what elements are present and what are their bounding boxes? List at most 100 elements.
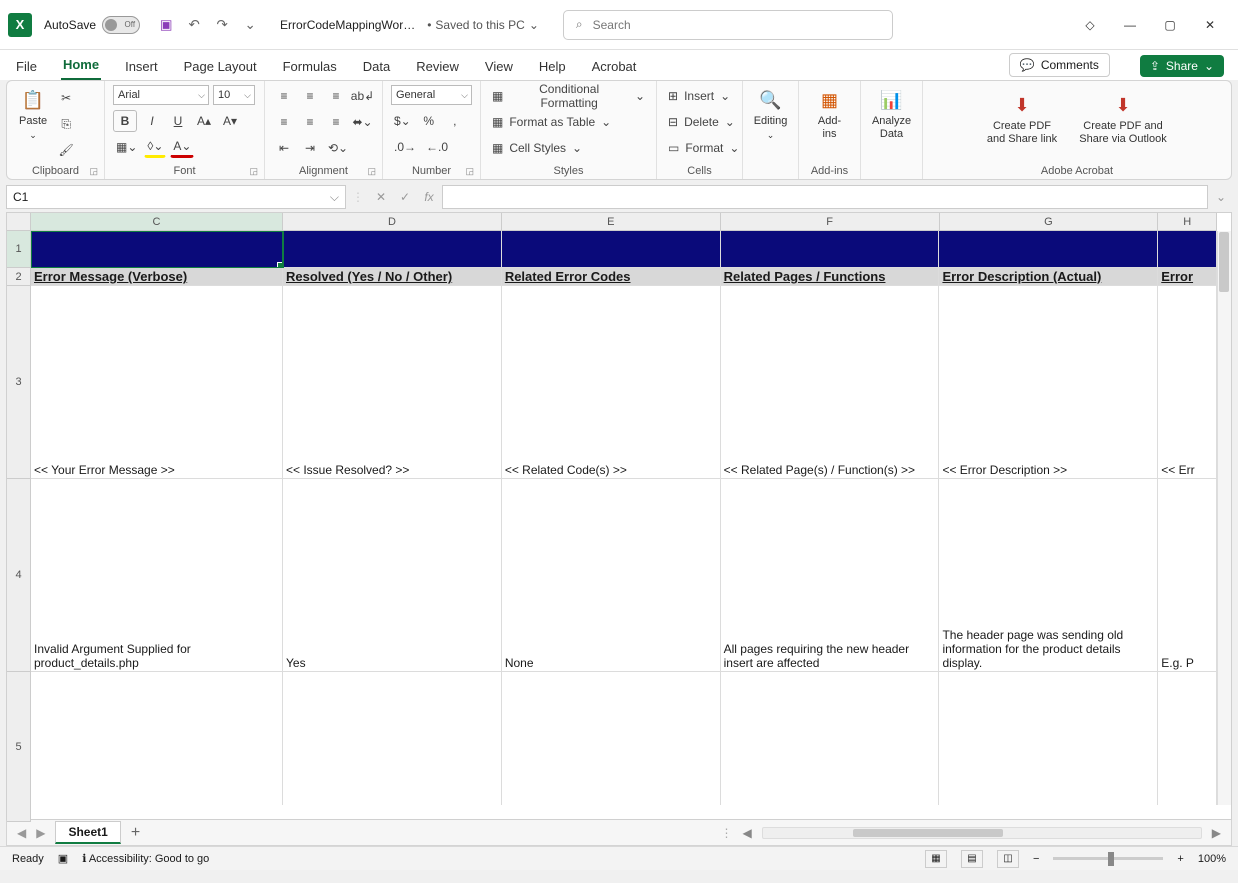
increase-decimal-icon[interactable]: .0→	[391, 136, 419, 158]
cell[interactable]: << Related Page(s) / Function(s) >>	[721, 286, 940, 479]
sheet-tab[interactable]: Sheet1	[55, 821, 120, 844]
format-table-button[interactable]: ▦Format as Table ⌄	[489, 111, 648, 133]
hscroll-left-icon[interactable]: ◀	[743, 826, 752, 840]
row-header[interactable]: 1	[7, 231, 31, 268]
accessibility-status[interactable]: ℹ Accessibility: Good to go	[82, 852, 209, 865]
paste-button[interactable]: 📋Paste⌄	[15, 85, 51, 142]
cell[interactable]	[283, 672, 502, 805]
align-left-icon[interactable]: ≡	[273, 111, 295, 133]
align-top-icon[interactable]: ≡	[273, 85, 295, 107]
number-format-combo[interactable]: General	[391, 85, 472, 105]
qat-customize-icon[interactable]: ⌄	[236, 11, 264, 39]
minimize-button[interactable]: —	[1110, 9, 1150, 41]
cell[interactable]: << Error Description >>	[939, 286, 1158, 479]
delete-cells-button[interactable]: ⊟Delete ⌄	[665, 111, 734, 133]
column-header[interactable]: D	[283, 213, 502, 231]
tab-home[interactable]: Home	[61, 53, 101, 80]
cell[interactable]: The header page was sending old informat…	[939, 479, 1158, 672]
editing-button[interactable]: 🔍Editing⌄	[751, 85, 790, 142]
spreadsheet-grid[interactable]: CDEFGH 12345 Error Message (Verbose)Reso…	[6, 212, 1232, 820]
name-box[interactable]: C1	[6, 185, 346, 209]
row-header[interactable]: 4	[7, 479, 31, 672]
cell[interactable]: << Related Code(s) >>	[502, 286, 721, 479]
select-all-corner[interactable]	[7, 213, 31, 231]
merge-center-icon[interactable]: ⬌⌄	[351, 111, 374, 133]
column-header[interactable]: F	[721, 213, 940, 231]
zoom-out-icon[interactable]: −	[1033, 853, 1039, 865]
borders-icon[interactable]: ▦⌄	[113, 136, 140, 158]
cell[interactable]: Error	[1158, 268, 1217, 286]
fx-icon[interactable]: fx	[418, 186, 440, 208]
wrap-text-icon[interactable]: ab↲	[351, 85, 374, 107]
tab-acrobat[interactable]: Acrobat	[590, 55, 639, 80]
horizontal-scrollbar[interactable]	[762, 827, 1202, 839]
autosave-toggle[interactable]: AutoSave Off	[44, 16, 140, 34]
align-bottom-icon[interactable]: ≡	[325, 85, 347, 107]
close-button[interactable]: ✕	[1190, 9, 1230, 41]
tab-review[interactable]: Review	[414, 55, 461, 80]
row-header[interactable]: 3	[7, 286, 31, 479]
vertical-scrollbar[interactable]	[1217, 231, 1231, 805]
decrease-decimal-icon[interactable]: ←.0	[423, 136, 451, 158]
align-middle-icon[interactable]: ≡	[299, 85, 321, 107]
cell[interactable]: None	[502, 479, 721, 672]
cancel-formula-icon[interactable]: ✕	[370, 186, 392, 208]
insert-cells-button[interactable]: ⊞Insert ⌄	[665, 85, 734, 107]
create-pdf-share-link-button[interactable]: ⬇Create PDF and Share link	[982, 90, 1062, 147]
decrease-indent-icon[interactable]: ⇤	[273, 137, 295, 159]
new-sheet-button[interactable]: +	[131, 824, 140, 842]
column-header[interactable]: C	[31, 213, 283, 231]
redo-icon[interactable]: ↷	[208, 11, 236, 39]
cell[interactable]: E.g. P	[1158, 479, 1217, 672]
tab-formulas[interactable]: Formulas	[281, 55, 339, 80]
cell[interactable]	[1158, 672, 1217, 805]
font-size-combo[interactable]: 10	[213, 85, 255, 105]
analyze-data-button[interactable]: 📊Analyze Data	[869, 85, 914, 142]
font-color-icon[interactable]: A⌄	[170, 136, 194, 158]
tab-file[interactable]: File	[14, 55, 39, 80]
copy-icon[interactable]: ⎘	[55, 113, 77, 135]
expand-formula-icon[interactable]: ⌄	[1210, 186, 1232, 208]
diamond-icon[interactable]: ◇	[1070, 9, 1110, 41]
save-status[interactable]: • Saved to this PC ⌄	[427, 18, 539, 32]
cell[interactable]: Resolved (Yes / No / Other)	[283, 268, 502, 286]
cell[interactable]: << Err	[1158, 286, 1217, 479]
toggle-switch[interactable]: Off	[102, 16, 140, 34]
cell[interactable]	[283, 231, 502, 268]
enter-formula-icon[interactable]: ✓	[394, 186, 416, 208]
increase-font-icon[interactable]: A▴	[193, 110, 215, 132]
dialog-launcher-icon[interactable]: ◲	[249, 166, 258, 177]
share-button[interactable]: ⇪ Share ⌄	[1140, 55, 1224, 77]
cell-styles-button[interactable]: ▦Cell Styles ⌄	[489, 137, 648, 159]
orientation-icon[interactable]: ⟲⌄	[325, 137, 351, 159]
cell[interactable]: << Your Error Message >>	[31, 286, 283, 479]
comments-button[interactable]: 💬 Comments	[1009, 53, 1110, 77]
macro-icon[interactable]: ▣	[58, 852, 68, 865]
increase-indent-icon[interactable]: ⇥	[299, 137, 321, 159]
zoom-slider[interactable]	[1053, 857, 1163, 860]
dialog-launcher-icon[interactable]: ◲	[465, 166, 474, 177]
cell[interactable]: Error Description (Actual)	[939, 268, 1158, 286]
cell[interactable]: Related Error Codes	[502, 268, 721, 286]
cell[interactable]	[721, 231, 940, 268]
tab-help[interactable]: Help	[537, 55, 568, 80]
percent-icon[interactable]: %	[418, 110, 440, 132]
cell[interactable]: Invalid Argument Supplied for product_de…	[31, 479, 283, 672]
cell[interactable]: Yes	[283, 479, 502, 672]
zoom-level[interactable]: 100%	[1198, 853, 1226, 865]
scroll-thumb[interactable]	[853, 829, 1003, 837]
bold-button[interactable]: B	[113, 110, 137, 132]
tab-data[interactable]: Data	[361, 55, 392, 80]
maximize-button[interactable]: ▢	[1150, 9, 1190, 41]
dialog-launcher-icon[interactable]: ◲	[367, 166, 376, 177]
cell[interactable]: Error Message (Verbose)	[31, 268, 283, 286]
underline-button[interactable]: U	[167, 110, 189, 132]
tab-split-handle[interactable]: ⋮	[721, 826, 733, 840]
page-break-view-icon[interactable]: ◫	[997, 850, 1019, 868]
align-center-icon[interactable]: ≡	[299, 111, 321, 133]
tab-insert[interactable]: Insert	[123, 55, 160, 80]
conditional-formatting-button[interactable]: ▦Conditional Formatting ⌄	[489, 85, 648, 107]
zoom-in-icon[interactable]: +	[1177, 853, 1183, 865]
create-pdf-outlook-button[interactable]: ⬇Create PDF and Share via Outlook	[1074, 90, 1172, 147]
tab-view[interactable]: View	[483, 55, 515, 80]
